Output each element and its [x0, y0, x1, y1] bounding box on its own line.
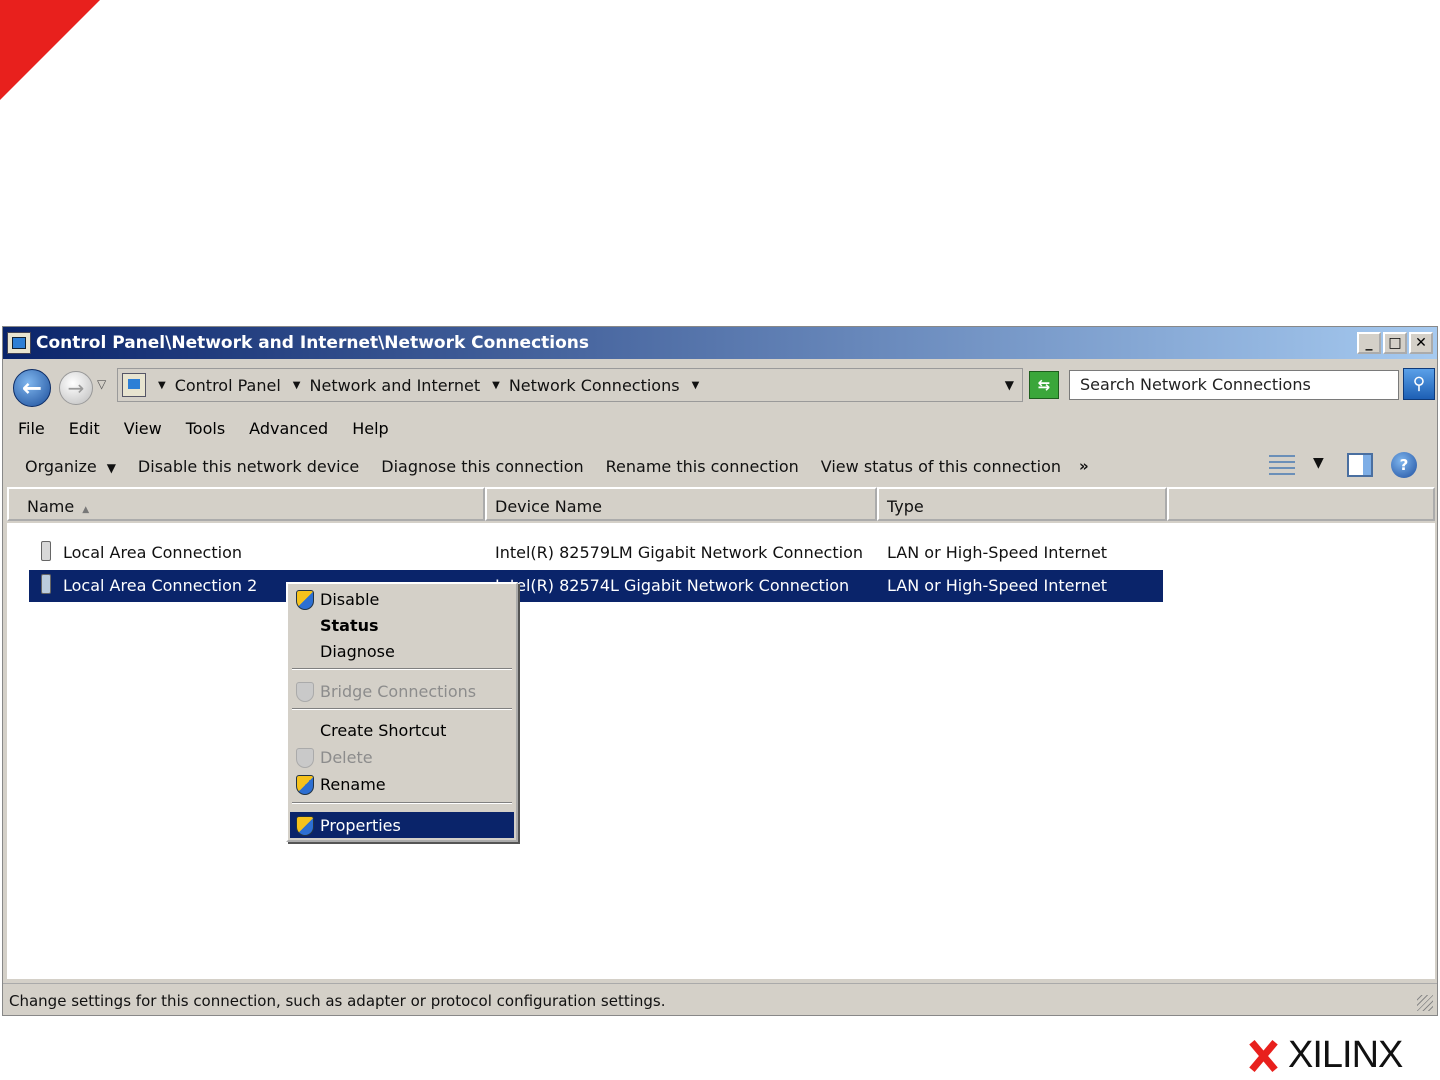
sort-ascending-icon: ▲ [82, 505, 90, 515]
views-dropdown-icon[interactable]: ▼ [1313, 455, 1324, 471]
menu-item-disable[interactable]: Disable [290, 586, 514, 612]
device-name: Intel(R) 82574L Gigabit Network Connecti… [495, 576, 850, 595]
menu-item-diagnose[interactable]: Diagnose [290, 638, 514, 664]
close-button[interactable]: ✕ [1409, 332, 1433, 354]
context-menu: Disable Status Diagnose Bridge Connectio… [286, 582, 518, 842]
connection-name: Local Area Connection 2 [63, 576, 258, 595]
connection-type: LAN or High-Speed Internet [887, 543, 1108, 562]
menu-separator [292, 802, 512, 804]
preview-pane-icon[interactable] [1347, 453, 1373, 477]
search-icon[interactable]: ⚲ [1403, 368, 1435, 400]
maximize-button[interactable]: □ [1383, 332, 1407, 354]
recent-pages-chevron-icon[interactable]: ▽ [97, 377, 106, 391]
column-name[interactable]: Name ▲ [7, 487, 485, 521]
uac-shield-icon [296, 682, 314, 702]
network-folder-icon [122, 373, 146, 397]
menu-item-label: Status [320, 616, 379, 635]
slide-corner-accent [0, 0, 100, 100]
control-panel-icon [7, 332, 31, 354]
address-history-dropdown-icon[interactable]: ▼ [1005, 378, 1014, 392]
column-header-row: Name ▲ Device Name Type [7, 487, 1435, 521]
menu-item-rename[interactable]: Rename [290, 771, 514, 797]
address-box[interactable]: ▼ Control Panel ▼ Network and Internet ▼… [117, 368, 1023, 402]
slide: Control Panel\Network and Internet\Netwo… [0, 0, 1440, 1080]
status-text: Change settings for this connection, suc… [9, 992, 666, 1010]
minimize-button[interactable]: _ [1357, 332, 1381, 354]
forward-arrow-icon[interactable]: → [59, 371, 93, 405]
search-input[interactable]: Search Network Connections [1069, 370, 1399, 400]
uac-shield-icon [296, 816, 314, 836]
menu-file[interactable]: File [18, 419, 45, 438]
breadcrumb-network-connections[interactable]: Network Connections [509, 376, 680, 395]
connection-type: LAN or High-Speed Internet [887, 576, 1108, 595]
chevron-right-icon[interactable]: ▼ [293, 380, 301, 391]
menu-view[interactable]: View [124, 419, 162, 438]
menu-bar: File Edit View Tools Advanced Help [3, 413, 1437, 443]
menu-advanced[interactable]: Advanced [249, 419, 328, 438]
menu-item-delete: Delete [290, 744, 514, 770]
column-device-name[interactable]: Device Name [485, 487, 877, 521]
xilinx-mark-icon [1248, 1040, 1278, 1072]
chevron-down-icon: ▼ [106, 460, 116, 475]
menu-item-create-shortcut[interactable]: Create Shortcut [290, 717, 514, 743]
title-bar[interactable]: Control Panel\Network and Internet\Netwo… [3, 327, 1437, 359]
connection-list: Local Area Connection Intel(R) 82579LM G… [7, 523, 1435, 979]
menu-item-properties[interactable]: Properties [290, 812, 514, 838]
organize-label: Organize [25, 456, 97, 476]
network-adapter-icon [41, 574, 51, 594]
help-icon[interactable]: ? [1391, 452, 1417, 478]
menu-item-label: Disable [320, 590, 380, 609]
menu-help[interactable]: Help [352, 419, 388, 438]
menu-item-label: Diagnose [320, 642, 395, 661]
menu-item-label: Delete [320, 748, 373, 767]
menu-edit[interactable]: Edit [69, 419, 100, 438]
views-icon[interactable] [1269, 455, 1295, 475]
address-bar-row: ← → ▽ ▼ Control Panel ▼ Network and Inte… [3, 363, 1437, 407]
list-item-selected[interactable]: Local Area Connection 2 Intel(R) 82574L … [29, 570, 1163, 602]
rename-connection-button[interactable]: Rename this connection [606, 457, 799, 476]
window-controls: _ □ ✕ [1357, 332, 1433, 354]
resize-grip-icon[interactable] [1417, 995, 1433, 1011]
uac-shield-icon [296, 775, 314, 795]
window-title: Control Panel\Network and Internet\Netwo… [36, 333, 590, 353]
diagnose-connection-button[interactable]: Diagnose this connection [381, 457, 583, 476]
view-status-button[interactable]: View status of this connection [821, 457, 1061, 476]
list-item[interactable]: Local Area Connection Intel(R) 82579LM G… [29, 537, 1163, 569]
menu-tools[interactable]: Tools [186, 419, 225, 438]
menu-item-status[interactable]: Status [290, 612, 514, 638]
status-bar: Change settings for this connection, suc… [3, 983, 1437, 1015]
explorer-window: Control Panel\Network and Internet\Netwo… [2, 326, 1438, 1016]
menu-item-bridge-connections: Bridge Connections [290, 678, 514, 704]
back-arrow-icon[interactable]: ← [13, 369, 51, 407]
chevron-down-icon[interactable]: ▼ [692, 380, 700, 391]
column-type[interactable]: Type [877, 487, 1167, 521]
device-name: Intel(R) 82579LM Gigabit Network Connect… [495, 543, 863, 562]
connection-name: Local Area Connection [63, 543, 242, 562]
more-commands-button[interactable]: » [1079, 457, 1089, 475]
breadcrumb-control-panel[interactable]: Control Panel [175, 376, 281, 395]
xilinx-logo: XILINX [1248, 1034, 1403, 1077]
column-filler [1167, 487, 1435, 521]
breadcrumb-network-and-internet[interactable]: Network and Internet [310, 376, 481, 395]
disable-device-button[interactable]: Disable this network device [138, 457, 359, 476]
network-adapter-icon [41, 541, 51, 561]
uac-shield-icon [296, 748, 314, 768]
menu-item-label: Bridge Connections [320, 682, 477, 701]
chevron-right-icon[interactable]: ▼ [158, 380, 166, 391]
chevron-right-icon[interactable]: ▼ [492, 380, 500, 391]
refresh-icon[interactable]: ⇆ [1029, 371, 1059, 399]
uac-shield-icon [296, 590, 314, 610]
menu-item-label: Rename [320, 775, 386, 794]
menu-item-label: Properties [320, 816, 401, 835]
column-name-label: Name [27, 497, 75, 516]
menu-item-label: Create Shortcut [320, 721, 447, 740]
menu-separator [292, 708, 512, 710]
organize-button[interactable]: Organize ▼ [25, 457, 116, 476]
xilinx-logo-text: XILINX [1288, 1034, 1403, 1076]
menu-separator [292, 668, 512, 670]
command-bar: Organize ▼ Disable this network device Di… [3, 449, 1437, 483]
